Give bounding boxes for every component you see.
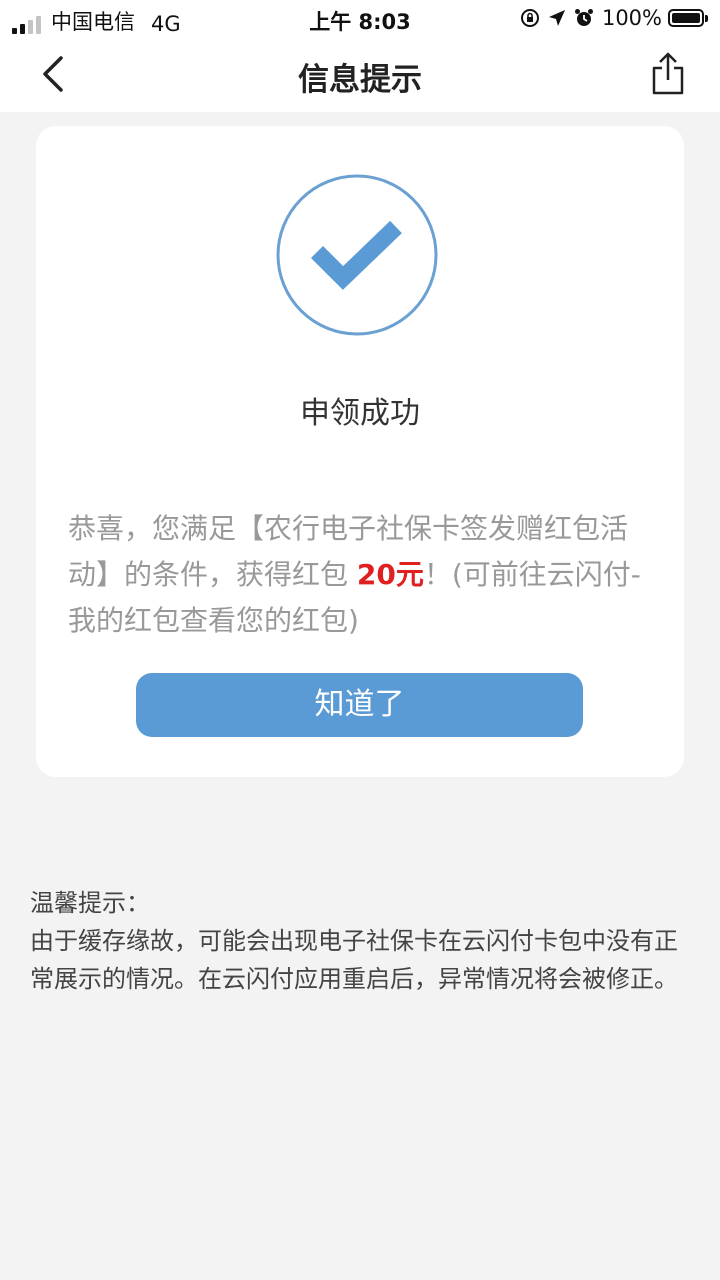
status-right: 100% (520, 6, 708, 30)
page-title: 信息提示 (298, 62, 422, 98)
tips-body: 由于缓存缘故，可能会出现电子社保卡在云闪付卡包中没有正常展示的情况。在云闪付应用… (30, 927, 678, 993)
red-packet-amount: 20元 (356, 558, 424, 591)
share-icon (652, 52, 684, 95)
share-button[interactable] (646, 50, 690, 98)
result-card: 申领成功 恭喜，您满足【农行电子社保卡签发赠红包活动】的条件，获得红包 20元！… (36, 126, 684, 777)
battery-percent: 100% (601, 6, 662, 30)
navigation-bar: 信息提示 (0, 36, 720, 112)
status-bar: 中国电信 4G 上午 8:03 100% (0, 0, 720, 36)
tips-title: 温馨提示： (30, 889, 150, 917)
alarm-icon (574, 8, 594, 28)
location-arrow-icon (548, 9, 566, 27)
orientation-lock-icon (520, 8, 540, 28)
battery-icon (668, 9, 708, 27)
result-title: 申领成功 (300, 396, 420, 431)
check-circle-icon (276, 174, 438, 336)
tips-section: 温馨提示： 由于缓存缘故，可能会出现电子社保卡在云闪付卡包中没有正常展示的情况。… (30, 884, 690, 998)
success-message: 恭喜，您满足【农行电子社保卡签发赠红包活动】的条件，获得红包 20元！(可前往云… (68, 506, 660, 644)
confirm-button[interactable]: 知道了 (136, 673, 583, 737)
